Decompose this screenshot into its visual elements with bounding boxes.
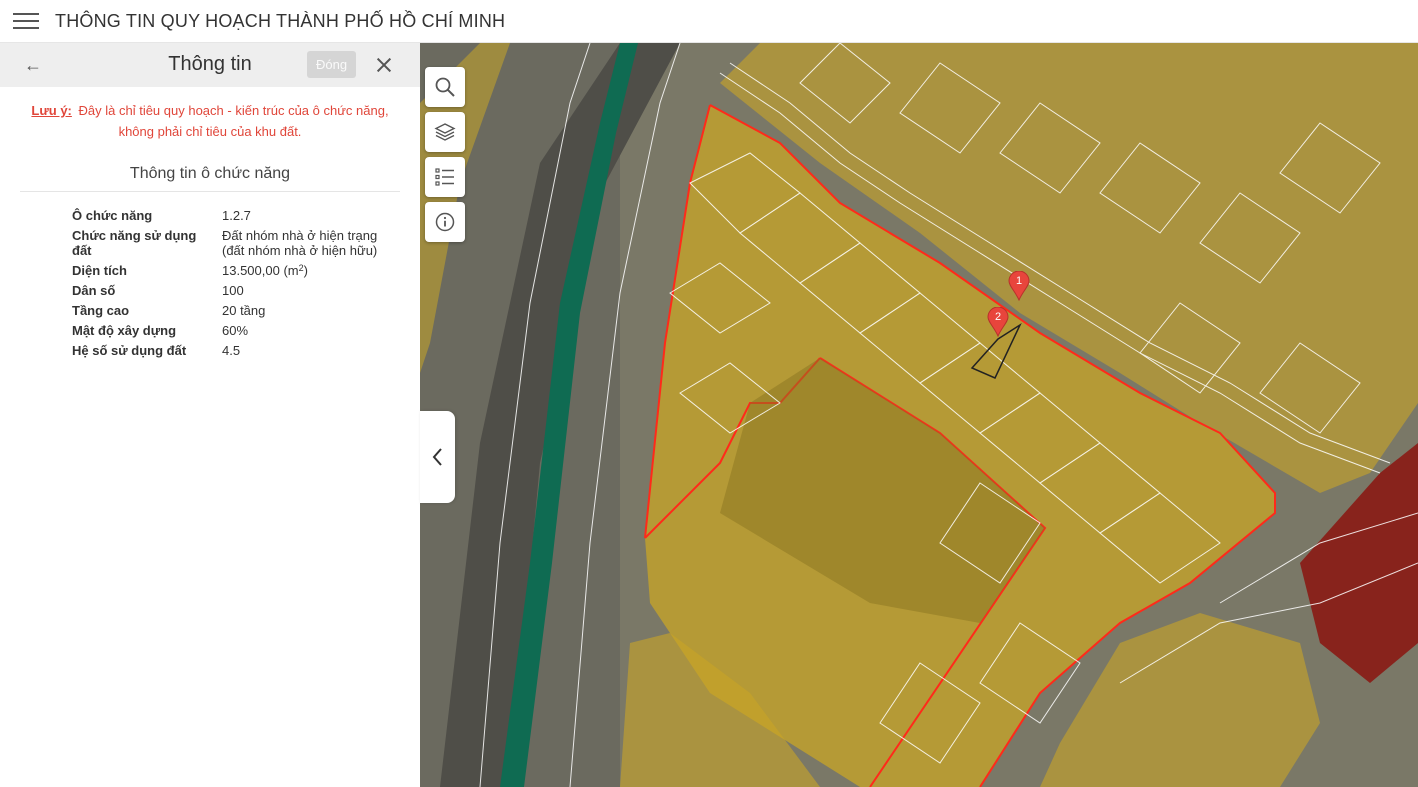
row-value: 1.2.7 [222,208,251,223]
search-icon [435,77,455,97]
table-row: Mật độ xây dựng 60% [72,321,392,341]
planning-note: Lưu ý: Đây là chỉ tiêu quy hoạch - kiến … [0,100,420,142]
map-view[interactable]: 1 2 [420,43,1418,787]
map-marker-1[interactable]: 1 [1008,271,1030,301]
row-label: Chức năng sử dụng đất [72,228,197,258]
row-value: Đất nhóm nhà ở hiện trạng (đất nhóm nhà … [222,228,378,258]
panel-title: Thông tin [168,53,252,75]
row-label: Hệ số sử dụng đất [72,343,187,358]
legend-button[interactable] [425,157,465,197]
info-icon [435,212,455,232]
function-cell-table: Ô chức năng 1.2.7 Chức năng sử dụng đất … [72,206,392,361]
row-label: Mật độ xây dựng [72,323,177,338]
row-value: 13.500,00 (m2) [222,261,392,281]
top-bar: THÔNG TIN QUY HOẠCH THÀNH PHỐ HỒ CHÍ MIN… [0,0,1418,43]
table-row: Diện tích 13.500,00 (m2) [72,261,392,281]
row-label: Diện tích [72,263,127,278]
note-text: Đây là chỉ tiêu quy hoạch - kiến trúc củ… [78,103,389,139]
table-row: Chức năng sử dụng đất Đất nhóm nhà ở hiệ… [72,226,392,261]
row-label: Dân số [72,283,116,298]
close-icon[interactable] [372,53,396,77]
app-title: THÔNG TIN QUY HOẠCH THÀNH PHỐ HỒ CHÍ MIN… [55,10,506,31]
panel-header: ← Thông tin Đóng [0,43,420,87]
layers-button[interactable] [425,112,465,152]
row-label: Tầng cao [72,303,130,318]
area-unit-close: ) [303,263,308,278]
search-button[interactable] [425,67,465,107]
marker-label: 1 [1015,275,1023,287]
marker-label: 2 [994,311,1002,323]
legend-list-icon [435,168,454,186]
layers-icon [434,123,456,141]
table-row: Ô chức năng 1.2.7 [72,206,392,226]
row-value: 60% [222,323,249,338]
area-unit-exponent: 2 [298,263,304,273]
collapse-panel-button[interactable] [420,411,455,503]
row-label: Ô chức năng [72,208,153,223]
row-value: 20 tầng [222,303,266,318]
chevron-left-icon [432,448,442,466]
close-tooltip: Đóng [307,51,357,78]
area-value: 13.500,00 (m [222,263,299,278]
row-value: 4.5 [222,343,241,358]
hamburger-menu-icon[interactable] [13,12,39,30]
row-value: 100 [222,283,244,298]
map-canvas[interactable] [420,43,1418,787]
info-panel: ← Thông tin Đóng Lưu ý: Đây là chỉ tiêu … [0,43,420,787]
note-label: Lưu ý: [31,103,72,118]
section-title: Thông tin ô chức năng [20,165,400,192]
table-row: Hệ số sử dụng đất 4.5 [72,341,392,361]
map-marker-2[interactable]: 2 [987,307,1009,337]
table-row: Tầng cao 20 tầng [72,301,392,321]
info-button[interactable] [425,202,465,242]
table-row: Dân số 100 [72,281,392,301]
